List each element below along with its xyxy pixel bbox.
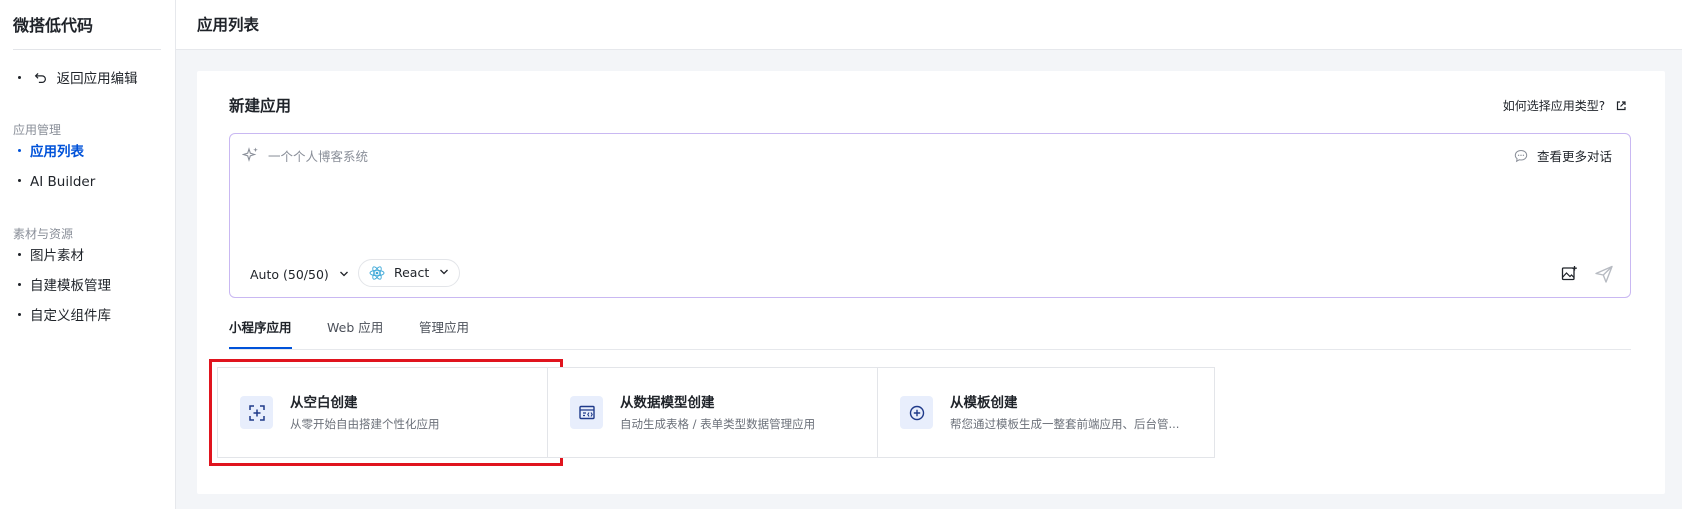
back-to-app-edit-label: 返回应用编辑 [56, 71, 138, 87]
sidebar-item-ai-builder[interactable]: AI Builder [18, 171, 95, 193]
brand-title: 微搭低代码 [13, 13, 161, 50]
new-app-panel: 新建应用 如何选择应用类型? 查看更多对话 Auto (50/50) [197, 71, 1665, 494]
app-type-help-link[interactable]: 如何选择应用类型? [1503, 97, 1627, 115]
prompt-input[interactable] [268, 146, 1368, 166]
sidebar-item-custom-templates[interactable]: 自建模板管理 [18, 275, 111, 297]
nav-group-app-management: 应用管理 [13, 123, 62, 137]
sidebar-item-app-list[interactable]: 应用列表 [18, 141, 84, 163]
view-more-chats-button[interactable]: 查看更多对话 [1514, 148, 1612, 166]
model-select[interactable]: Auto (50/50) [250, 266, 349, 284]
chat-bubble-icon [1514, 149, 1528, 163]
sidebar-item-custom-components[interactable]: 自定义组件库 [18, 305, 111, 327]
add-circle-icon [900, 396, 933, 429]
bullet-dot [18, 178, 21, 182]
page-title: 应用列表 [197, 16, 260, 34]
tab-mini-program[interactable]: 小程序应用 [229, 319, 292, 349]
framework-select[interactable]: React [358, 259, 461, 287]
top-header: 应用列表 [176, 0, 1682, 50]
nav-group-materials: 素材与资源 [13, 227, 74, 241]
bullet-dot [18, 148, 21, 152]
model-select-value: Auto (50/50) [250, 267, 329, 282]
sidebar-item-label: 应用列表 [30, 144, 84, 160]
data-model-icon [570, 396, 603, 429]
send-icon[interactable] [1594, 264, 1614, 284]
sidebar-item-label: 自建模板管理 [30, 278, 111, 294]
option-description: 从零开始自由搭建个性化应用 [290, 417, 440, 431]
framework-select-value: React [393, 265, 430, 280]
help-link-label: 如何选择应用类型? [1502, 99, 1606, 113]
option-title: 从空白创建 [290, 395, 358, 411]
image-upload-icon[interactable] [1561, 265, 1578, 282]
option-description: 帮您通过模板生成一整套前端应用、后台管... [950, 417, 1180, 431]
sidebar-item-image-assets[interactable]: 图片素材 [18, 245, 84, 267]
external-link-icon [1616, 101, 1626, 111]
undo-arrow-icon [34, 68, 50, 90]
create-from-data-model-card[interactable]: 从数据模型创建 自动生成表格 / 表单类型数据管理应用 [547, 367, 885, 458]
view-more-chats-label: 查看更多对话 [1536, 149, 1612, 164]
react-logo-icon [369, 266, 385, 280]
create-blank-card[interactable]: 从空白创建 从零开始自由搭建个性化应用 [209, 359, 563, 466]
sidebar-item-label: 自定义组件库 [30, 308, 111, 324]
tab-web-app[interactable]: Web 应用 [327, 319, 383, 337]
option-description: 自动生成表格 / 表单类型数据管理应用 [620, 417, 816, 431]
app-type-tabs: 小程序应用 Web 应用 管理应用 [229, 311, 1631, 350]
option-title: 从模板创建 [950, 395, 1018, 411]
sidebar: 微搭低代码 返回应用编辑 应用管理 应用列表 AI Builder 素材与资源 … [0, 0, 176, 509]
create-from-template-card[interactable]: 从模板创建 帮您通过模板生成一整套前端应用、后台管... [877, 367, 1215, 458]
option-title: 从数据模型创建 [620, 395, 715, 411]
chevron-down-icon [440, 269, 449, 275]
section-title: 新建应用 [229, 97, 292, 115]
chevron-down-icon [339, 271, 348, 277]
bullet-dot [18, 282, 21, 286]
tab-admin-app[interactable]: 管理应用 [419, 319, 469, 337]
scan-plus-icon [240, 396, 273, 429]
sidebar-item-label: 图片素材 [30, 248, 84, 264]
sidebar-item-label: AI Builder [30, 174, 96, 190]
bullet-dot [18, 312, 21, 316]
ai-prompt-box: 查看更多对话 Auto (50/50) React [229, 133, 1631, 298]
back-to-app-edit-link[interactable]: 返回应用编辑 [18, 68, 138, 90]
sparkle-icon [242, 147, 258, 162]
bullet-dot [18, 75, 21, 79]
bullet-dot [18, 252, 21, 256]
